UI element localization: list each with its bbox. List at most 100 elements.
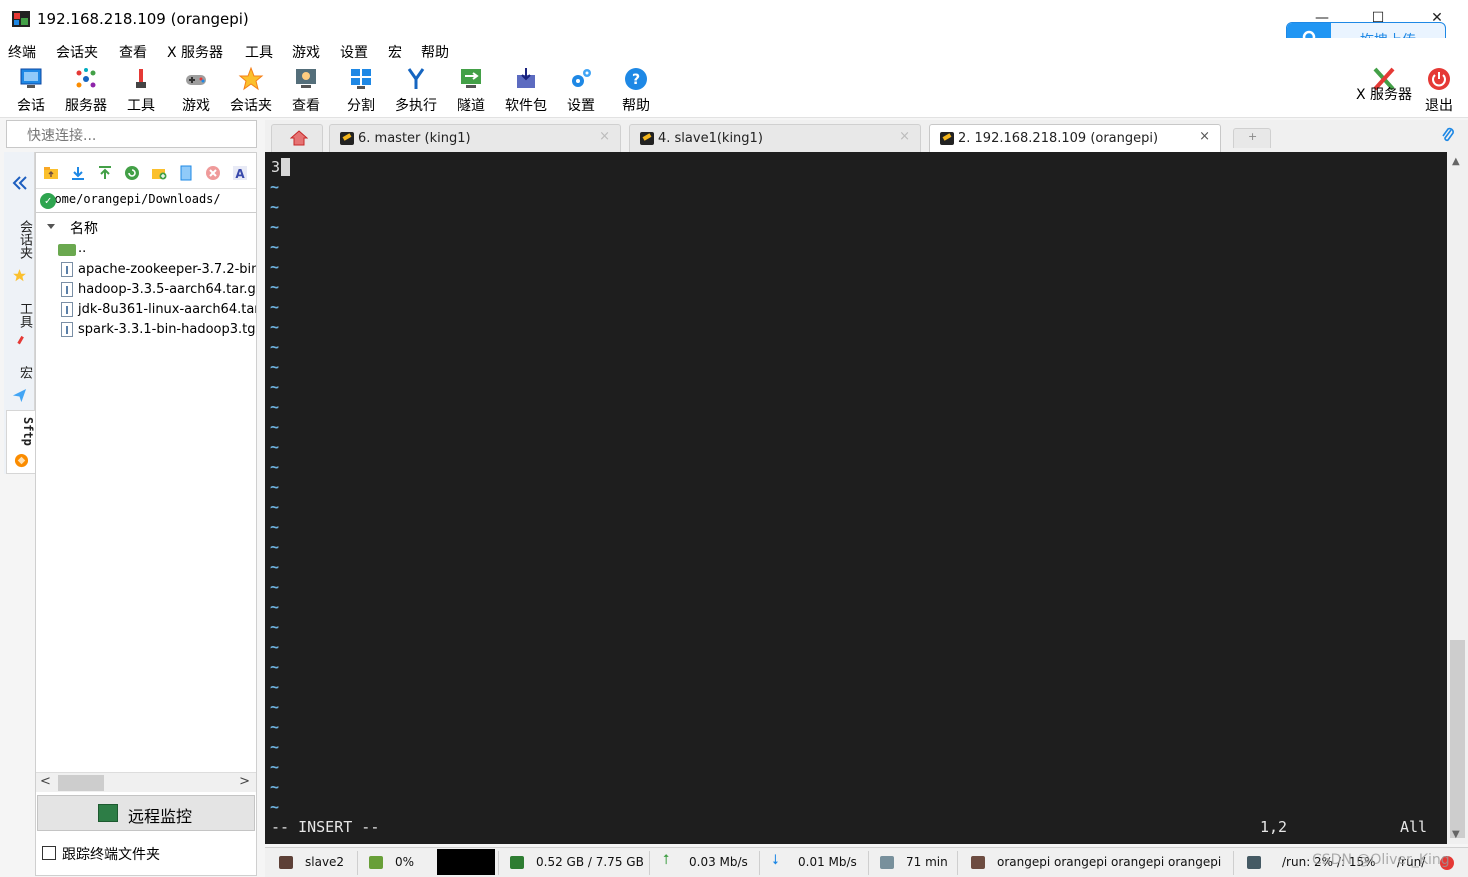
vim-tilde: ~: [270, 438, 280, 456]
vim-tilde: ~: [270, 518, 280, 536]
vim-scroll-position: All: [1400, 818, 1428, 836]
rail-sftp-selected[interactable]: Sftp: [6, 410, 36, 474]
vim-tilde: ~: [270, 178, 280, 196]
quick-connect-input[interactable]: 快速连接...: [6, 120, 257, 148]
upload-icon[interactable]: [97, 165, 113, 181]
tab-master[interactable]: 6. master (king1) ×: [329, 124, 621, 152]
xserver-button[interactable]: X 服务器: [1356, 64, 1412, 116]
svg-text:A: A: [235, 167, 245, 181]
status-uptime: 71 min: [880, 848, 960, 877]
file-icon: [61, 302, 73, 317]
menu-macros[interactable]: 宏: [388, 42, 402, 62]
tab-close-icon[interactable]: ×: [1199, 129, 1210, 144]
list-item[interactable]: jdk-8u361-linux-aarch64.tar.gz: [60, 300, 256, 320]
scroll-down-icon[interactable]: ▼: [1452, 829, 1460, 840]
servers-icon: [76, 68, 96, 88]
rail-tools[interactable]: 工具: [6, 302, 34, 328]
separator: [357, 851, 358, 875]
menu-tools[interactable]: 工具: [245, 42, 273, 62]
tab-close-icon[interactable]: ×: [899, 129, 910, 144]
scrollbar-thumb[interactable]: [58, 775, 104, 791]
menu-view[interactable]: 查看: [119, 42, 147, 62]
scrollbar-thumb[interactable]: [1450, 640, 1465, 838]
vim-tilde: ~: [270, 558, 280, 576]
split-button[interactable]: 分割: [336, 64, 386, 116]
tab-bar: 6. master (king1) × 4. slave1(king1) × 2…: [265, 120, 1468, 152]
refresh-icon[interactable]: [124, 165, 140, 181]
attachment-icon[interactable]: [1440, 126, 1456, 144]
vim-tilde: ~: [270, 538, 280, 556]
bookmarks-button[interactable]: 会话夹: [226, 64, 276, 116]
rail-macros[interactable]: 宏: [6, 366, 34, 379]
window-title: 192.168.218.109 (orangepi): [37, 10, 249, 28]
menu-xserver[interactable]: X 服务器: [167, 42, 223, 62]
home-tab[interactable]: [271, 124, 323, 152]
tab-slave1[interactable]: 4. slave1(king1) ×: [629, 124, 921, 152]
sftp-path-input[interactable]: /home/orangepi/Downloads/ ✓: [36, 189, 256, 213]
plus-icon: +: [1248, 130, 1258, 143]
view-icon: [296, 69, 316, 88]
menu-bar: 终端 会话夹 查看 X 服务器 工具 游戏 设置 宏 帮助: [0, 38, 1468, 62]
uptime-icon: [880, 856, 894, 869]
tab-orangepi[interactable]: 2. 192.168.218.109 (orangepi) ×: [929, 124, 1221, 152]
vim-tilde: ~: [270, 578, 280, 596]
vim-tilde: ~: [270, 378, 280, 396]
help-button[interactable]: ? 帮助: [611, 64, 661, 116]
vim-tilde: ~: [270, 358, 280, 376]
column-header-name[interactable]: 名称: [70, 218, 98, 238]
settings-button[interactable]: 设置: [556, 64, 606, 116]
sort-caret-icon[interactable]: [47, 224, 55, 229]
scroll-left-icon[interactable]: <: [40, 774, 51, 789]
multiexec-icon: [407, 68, 425, 89]
follow-terminal-folder-checkbox[interactable]: 跟踪终端文件夹: [40, 843, 254, 865]
checkbox[interactable]: [42, 846, 56, 860]
delete-icon[interactable]: [205, 165, 221, 181]
terminal-vertical-scrollbar[interactable]: ▲ ▼: [1447, 152, 1468, 844]
folder-up-icon[interactable]: [43, 165, 59, 181]
vim-tilde: ~: [270, 458, 280, 476]
menu-sessions[interactable]: 会话夹: [56, 42, 98, 62]
packages-button[interactable]: 软件包: [501, 64, 551, 116]
scroll-up-icon[interactable]: ▲: [1452, 156, 1460, 167]
new-tab-button[interactable]: +: [1233, 128, 1271, 148]
vim-tilde: ~: [270, 678, 280, 696]
menu-settings[interactable]: 设置: [340, 42, 368, 62]
rename-icon[interactable]: A: [232, 165, 248, 181]
vim-tilde: ~: [270, 618, 280, 636]
menu-games[interactable]: 游戏: [292, 42, 320, 62]
multiexec-button[interactable]: 多执行: [391, 64, 441, 116]
menu-terminal[interactable]: 终端: [8, 42, 36, 62]
sftp-panel: A /home/orangepi/Downloads/ ✓ 名称 .. apac…: [35, 152, 257, 876]
new-folder-icon[interactable]: [151, 165, 167, 181]
separator: [957, 851, 958, 875]
menu-help[interactable]: 帮助: [421, 42, 449, 62]
new-file-icon[interactable]: [178, 165, 194, 181]
list-item[interactable]: apache-zookeeper-3.7.2-bin.tar.gz: [60, 260, 256, 280]
collapse-icon[interactable]: [11, 175, 29, 191]
rail-sessions[interactable]: 会话夹: [6, 220, 34, 259]
servers-button[interactable]: 服务器: [61, 64, 111, 116]
exit-button[interactable]: 退出: [1414, 64, 1464, 116]
scroll-right-icon[interactable]: >: [239, 774, 250, 789]
terminal-view[interactable]: 3 ~ ~ ~ ~ ~ ~ ~ ~ ~ ~ ~ ~ ~ ~ ~ ~ ~ ~ ~ ~ ~ ~ ~ ~ ~ ~ ~ ~ ~ ~ ~ ~ -- IN…: [265, 152, 1447, 844]
vim-tilde: ~: [270, 638, 280, 656]
tools-button[interactable]: 工具: [116, 64, 166, 116]
vim-tilde: ~: [270, 218, 280, 236]
download-icon[interactable]: [70, 165, 86, 181]
games-button[interactable]: 游戏: [171, 64, 221, 116]
tab-close-icon[interactable]: ×: [599, 129, 610, 144]
vim-tilde: ~: [270, 498, 280, 516]
sftp-horizontal-scrollbar[interactable]: < >: [36, 772, 256, 792]
session-button[interactable]: 会话: [6, 64, 56, 116]
check-icon[interactable]: ✓: [40, 193, 56, 209]
vim-mode: -- INSERT --: [271, 818, 380, 836]
tunnel-icon: [461, 69, 481, 88]
parent-folder[interactable]: ..: [78, 241, 86, 256]
remote-monitor-button[interactable]: 远程监控: [37, 795, 255, 831]
parent-folder-icon[interactable]: [58, 244, 76, 256]
list-item[interactable]: spark-3.3.1-bin-hadoop3.tgz: [60, 320, 256, 340]
view-button[interactable]: 查看: [281, 64, 331, 116]
quick-connect-placeholder: 快速连接...: [27, 128, 97, 144]
list-item[interactable]: hadoop-3.3.5-aarch64.tar.gz: [60, 280, 256, 300]
tunnel-button[interactable]: 隧道: [446, 64, 496, 116]
